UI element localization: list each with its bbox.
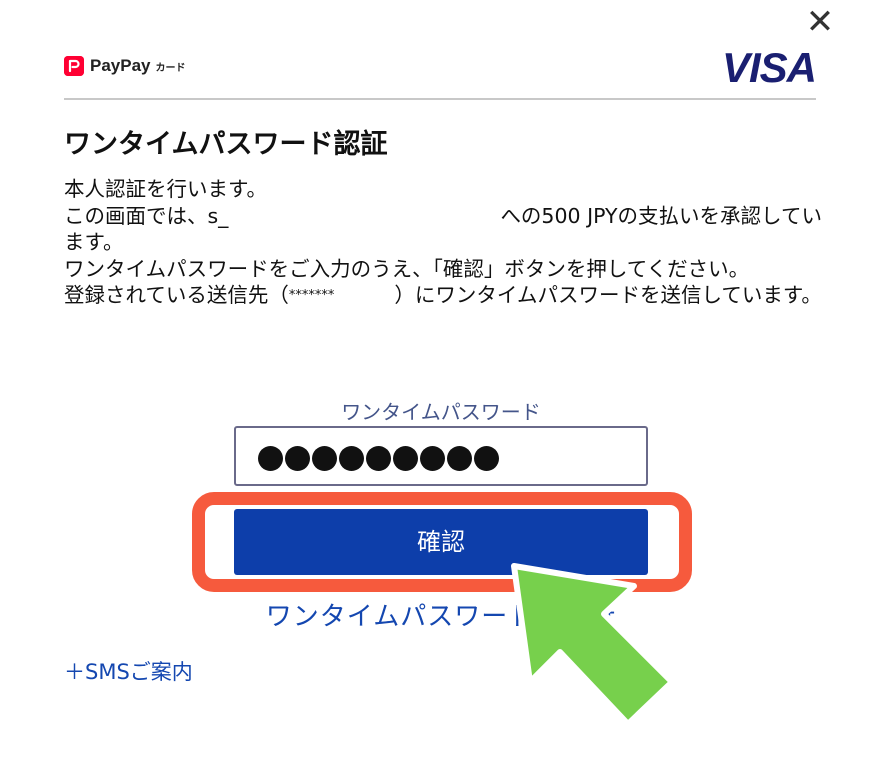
desc-line-4: 登録されている送信先（******* ）にワンタイムパスワードを送信しています。 [64, 282, 824, 310]
otp-dot [447, 446, 472, 471]
brand-header: PayPay カード VISA [64, 44, 817, 100]
otp-dot [366, 446, 391, 471]
otp-dot [285, 446, 310, 471]
paypay-p-icon [64, 56, 84, 76]
otp-masked-value [258, 446, 499, 471]
otp-dot [393, 446, 418, 471]
otp-dot [312, 446, 337, 471]
sms-guide-link[interactable]: ＋SMSご案内 [64, 656, 193, 686]
otp-dot [258, 446, 283, 471]
otp-dot [339, 446, 364, 471]
desc-line-2-start: この画面では、s_ [64, 203, 229, 228]
description: 本人認証を行います。 この画面では、s_ への500 JPYの支払いを承認していま… [64, 176, 824, 310]
pointer-arrow-icon [511, 563, 675, 727]
desc-line-4-end: ）にワンタイムパスワードを送信しています。 [394, 283, 822, 307]
desc-line-3: ワンタイムパスワードをご入力のうえ、「確認」ボタンを押してください。 [64, 256, 750, 281]
masked-destination: ******* [288, 288, 335, 303]
visa-logo: VISA [721, 44, 817, 91]
paypay-card-label: カード [155, 62, 186, 74]
paypay-card-logo: PayPay カード [64, 56, 186, 76]
desc-line-1: 本人認証を行います。 [64, 177, 267, 201]
header-divider [64, 98, 816, 100]
close-icon[interactable]: ✕ [800, 2, 840, 42]
paypay-mark-icon [64, 56, 84, 76]
page-title: ワンタイムパスワード認証 [64, 129, 388, 160]
otp-dot [420, 446, 445, 471]
otp-label: ワンタイムパスワード [341, 400, 541, 424]
otp-dot [474, 446, 499, 471]
desc-line-2: この画面では、s_ への500 JPYの支払いを承認しています。 [64, 203, 824, 256]
paypay-brand-text: PayPay [90, 56, 151, 75]
desc-line-4-start: 登録されている送信先（ [64, 283, 289, 307]
otp-input[interactable] [234, 426, 648, 486]
